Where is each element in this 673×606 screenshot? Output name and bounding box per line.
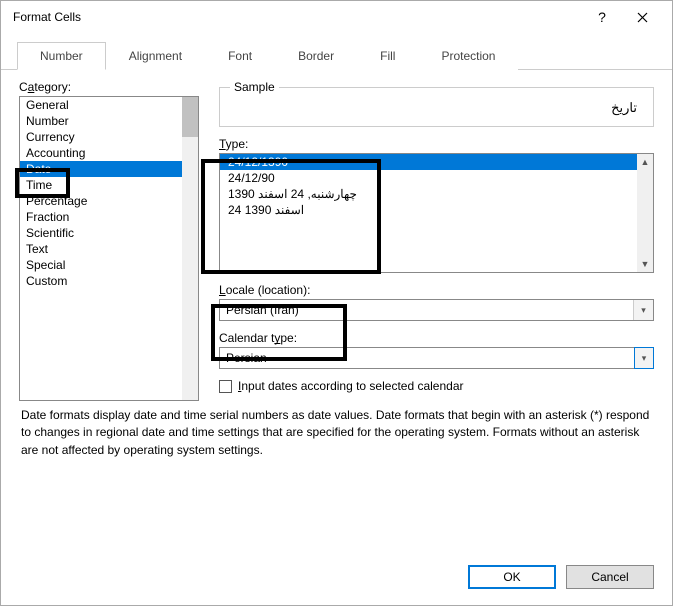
cat-number[interactable]: Number	[20, 113, 198, 129]
cat-currency[interactable]: Currency	[20, 129, 198, 145]
locale-value: Persian (Iran)	[226, 303, 299, 317]
category-list[interactable]: General Number Currency Accounting Date …	[19, 96, 199, 401]
type-list[interactable]: 24/12/1390 24/12/90 چهارشنبه, 24 اسفند 1…	[219, 153, 654, 273]
calendar-value: Persian	[226, 351, 267, 365]
type-item-2[interactable]: چهارشنبه, 24 اسفند 1390	[220, 186, 653, 202]
calendar-combo[interactable]: Persian ▾	[219, 347, 654, 369]
tab-fill[interactable]: Fill	[357, 42, 418, 70]
chevron-down-icon[interactable]: ▾	[634, 347, 654, 369]
ok-button[interactable]: OK	[468, 565, 556, 589]
cat-text[interactable]: Text	[20, 241, 198, 257]
cat-general[interactable]: General	[20, 97, 198, 113]
type-item-3[interactable]: 24 اسفند 1390	[220, 202, 653, 218]
tab-border[interactable]: Border	[275, 42, 357, 70]
cat-fraction[interactable]: Fraction	[20, 209, 198, 225]
type-item-0[interactable]: 24/12/1390	[220, 154, 653, 170]
input-dates-row[interactable]: Input dates according to selected calend…	[219, 379, 654, 393]
format-cells-dialog: Format Cells ? Number Alignment Font Bor…	[0, 0, 673, 606]
cat-date[interactable]: Date	[20, 161, 198, 177]
cat-time[interactable]: Time	[20, 177, 198, 193]
cat-accounting[interactable]: Accounting	[20, 145, 198, 161]
cat-percentage[interactable]: Percentage	[20, 193, 198, 209]
close-icon	[637, 12, 648, 23]
scroll-down-icon[interactable]: ▼	[637, 256, 653, 272]
type-item-1[interactable]: 24/12/90	[220, 170, 653, 186]
locale-label: Locale (location):	[219, 283, 654, 297]
tab-protection[interactable]: Protection	[418, 42, 518, 70]
tab-number[interactable]: Number	[17, 42, 106, 70]
calendar-label: Calendar type:	[219, 331, 654, 345]
description-text: Date formats display date and time seria…	[19, 401, 654, 459]
cat-custom[interactable]: Custom	[20, 273, 198, 289]
tab-strip: Number Alignment Font Border Fill Protec…	[1, 33, 672, 70]
sample-value: تاريخ	[230, 100, 643, 116]
chevron-down-icon[interactable]: ▾	[633, 300, 653, 320]
tab-alignment[interactable]: Alignment	[106, 42, 205, 70]
tab-font[interactable]: Font	[205, 42, 275, 70]
cancel-button[interactable]: Cancel	[566, 565, 654, 589]
cat-scientific[interactable]: Scientific	[20, 225, 198, 241]
titlebar: Format Cells ?	[1, 1, 672, 33]
window-title: Format Cells	[13, 10, 582, 24]
type-label: Type:	[219, 137, 654, 151]
category-label: Category:	[19, 80, 199, 94]
sample-group: Sample تاريخ	[219, 80, 654, 127]
type-scrollbar-track[interactable]: ▲ ▼	[637, 154, 653, 272]
dialog-buttons: OK Cancel	[1, 553, 672, 605]
close-button[interactable]	[622, 1, 662, 33]
input-dates-label: Input dates according to selected calend…	[238, 379, 464, 393]
category-scrollbar-thumb[interactable]	[182, 97, 198, 137]
sample-legend: Sample	[230, 80, 279, 94]
help-button[interactable]: ?	[582, 1, 622, 33]
scroll-up-icon[interactable]: ▲	[637, 154, 653, 170]
cat-special[interactable]: Special	[20, 257, 198, 273]
category-scrollbar-track[interactable]	[182, 97, 198, 400]
locale-combo[interactable]: Persian (Iran) ▾	[219, 299, 654, 321]
input-dates-checkbox[interactable]	[219, 380, 232, 393]
